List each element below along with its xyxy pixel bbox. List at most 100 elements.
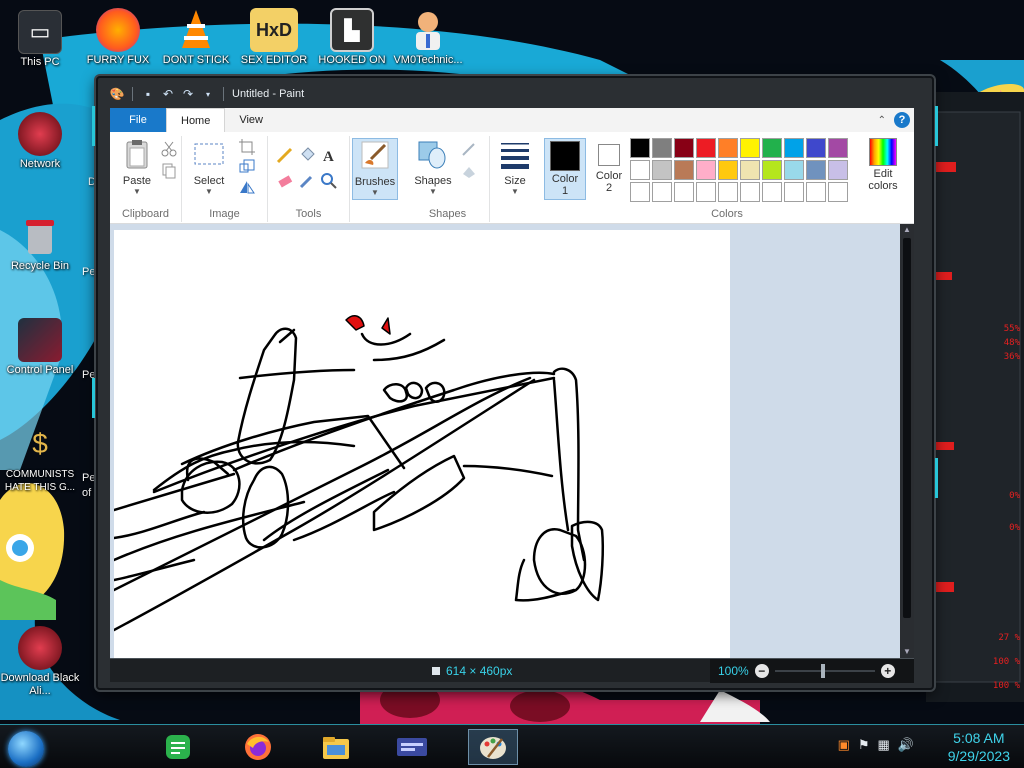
color-swatch[interactable]	[652, 160, 672, 180]
brushes-button[interactable]: Brushes ▼	[352, 138, 398, 200]
color-swatch[interactable]	[784, 160, 804, 180]
scroll-down-icon[interactable]: ▼	[900, 646, 914, 658]
crop-icon[interactable]	[238, 138, 256, 156]
color-swatch[interactable]	[718, 138, 738, 158]
color-swatch[interactable]	[718, 182, 738, 202]
color-swatch[interactable]	[828, 160, 848, 180]
taskbar-app-firefox[interactable]	[238, 729, 278, 765]
color-swatch[interactable]	[806, 160, 826, 180]
taskbar-app-file-explorer[interactable]	[316, 729, 356, 765]
game-icon: ▙	[330, 8, 374, 52]
desktop-icon-hooked-on[interactable]: ▙ HOOKED ON	[312, 8, 392, 67]
shapes-button[interactable]: Shapes ▼	[410, 138, 456, 196]
color2-button[interactable]: Color 2	[588, 138, 630, 194]
drawing-canvas[interactable]	[112, 230, 730, 658]
desktop-icon-download-black[interactable]: Download Black Ali...	[0, 626, 80, 700]
clock-time: 5:08 AM	[953, 730, 1005, 746]
size-button[interactable]: Size ▼	[492, 138, 538, 196]
color-swatch[interactable]	[806, 138, 826, 158]
color-swatch[interactable]	[740, 138, 760, 158]
gadget-readout: 55%	[1003, 324, 1020, 334]
color-swatch[interactable]	[696, 160, 716, 180]
clipboard-group: Paste ▼ Clipboard	[110, 136, 182, 222]
color-swatch[interactable]	[652, 138, 672, 158]
desktop-icon-sex-editor[interactable]: HxD SEX EDITOR	[234, 8, 314, 67]
redo-icon[interactable]: ↷	[181, 87, 195, 101]
color-swatch[interactable]	[674, 138, 694, 158]
color-swatch[interactable]	[784, 182, 804, 202]
text-icon[interactable]: A	[320, 146, 338, 164]
desktop-icon-furry-fux[interactable]: FURRY FUX	[78, 8, 158, 67]
color-swatch[interactable]	[762, 182, 782, 202]
color-swatch[interactable]	[674, 182, 694, 202]
paint-window[interactable]: 🎨 ▪ ↶ ↷ ▾ Untitled - Paint File Home Vie…	[92, 76, 938, 690]
help-icon[interactable]: ?	[894, 112, 910, 128]
color-swatch[interactable]	[696, 138, 716, 158]
color-picker-icon[interactable]	[298, 172, 316, 190]
desktop-icon-vm0technic[interactable]: VM0Technic...	[388, 8, 468, 67]
color-swatch[interactable]	[630, 182, 650, 202]
cut-icon[interactable]	[160, 140, 178, 158]
color-swatch[interactable]	[674, 160, 694, 180]
taskbar-app-paint[interactable]	[468, 729, 518, 765]
zoom-out-button[interactable]: −	[754, 663, 769, 678]
color-swatch[interactable]	[696, 182, 716, 202]
resize-icon[interactable]	[238, 158, 256, 176]
zoom-in-button[interactable]: +	[880, 663, 895, 678]
color-swatch[interactable]	[762, 160, 782, 180]
color-swatch[interactable]	[784, 138, 804, 158]
copy-icon[interactable]	[160, 162, 178, 180]
network-status-icon[interactable]: ▦	[878, 737, 890, 753]
paste-button[interactable]: Paste ▼	[114, 138, 160, 196]
fill-icon[interactable]	[298, 146, 316, 164]
eraser-icon[interactable]	[276, 172, 294, 190]
zoom-slider[interactable]	[774, 663, 875, 678]
clock[interactable]: 5:08 AM 9/29/2023	[948, 729, 1010, 765]
color-swatch[interactable]	[828, 138, 848, 158]
tab-file[interactable]: File	[110, 108, 166, 132]
scroll-up-icon[interactable]: ▲	[900, 224, 914, 236]
desktop-icon-dont-stick[interactable]: DONT STICK	[156, 8, 236, 67]
vertical-scrollbar[interactable]: ▲ ▼	[900, 224, 914, 658]
magnifier-icon[interactable]	[320, 172, 338, 190]
tray-app-icon[interactable]: ▣	[838, 737, 850, 753]
color-swatch[interactable]	[828, 182, 848, 202]
color-swatch[interactable]	[630, 138, 650, 158]
flag-icon[interactable]: ⚑	[858, 737, 870, 753]
tab-view[interactable]: View	[225, 108, 277, 132]
color-swatch[interactable]	[762, 138, 782, 158]
customize-quick-access-icon[interactable]: ▾	[201, 87, 215, 101]
desktop-icon-control-panel[interactable]: Control Panel	[0, 318, 80, 377]
collapse-ribbon-icon[interactable]: ⌃	[878, 115, 886, 126]
color-swatch[interactable]	[718, 160, 738, 180]
rotate-icon[interactable]	[238, 178, 256, 196]
title-bar[interactable]: 🎨 ▪ ↶ ↷ ▾ Untitled - Paint	[110, 82, 920, 106]
paint-app-icon[interactable]: 🎨	[110, 87, 125, 101]
color-swatch[interactable]	[740, 182, 760, 202]
color-swatch[interactable]	[652, 182, 672, 202]
desktop-icon-communists[interactable]: $ COMMUNISTS HATE THIS G...	[0, 422, 80, 494]
scrollbar-thumb[interactable]	[903, 238, 911, 618]
fill-shape-icon[interactable]	[460, 162, 478, 180]
volume-icon[interactable]: 🔊	[898, 737, 914, 753]
save-icon[interactable]: ▪	[141, 87, 155, 101]
tab-home[interactable]: Home	[166, 108, 226, 132]
undo-icon[interactable]: ↶	[161, 87, 175, 101]
pencil-icon[interactable]	[276, 146, 294, 164]
select-button[interactable]: Select ▼	[186, 138, 232, 196]
start-button[interactable]	[8, 731, 44, 767]
color1-button[interactable]: Color 1	[544, 138, 586, 200]
desktop-icon-this-pc[interactable]: ▭ This PC	[0, 10, 80, 69]
desktop-icon-network[interactable]: Network	[0, 112, 80, 171]
paint-icon	[480, 737, 506, 759]
color-swatch[interactable]	[630, 160, 650, 180]
taskbar-app-notes[interactable]	[158, 729, 198, 765]
color-swatch[interactable]	[806, 182, 826, 202]
desktop-icon-recycle-bin[interactable]: Recycle Bin	[0, 214, 80, 273]
color-swatch[interactable]	[740, 160, 760, 180]
taskbar-app-media[interactable]	[392, 729, 432, 765]
size-group: Size ▼	[490, 136, 540, 222]
edit-colors-button[interactable]: Edit colors	[860, 138, 906, 192]
zoom-slider-knob[interactable]	[820, 663, 825, 678]
outline-icon[interactable]	[460, 140, 478, 158]
